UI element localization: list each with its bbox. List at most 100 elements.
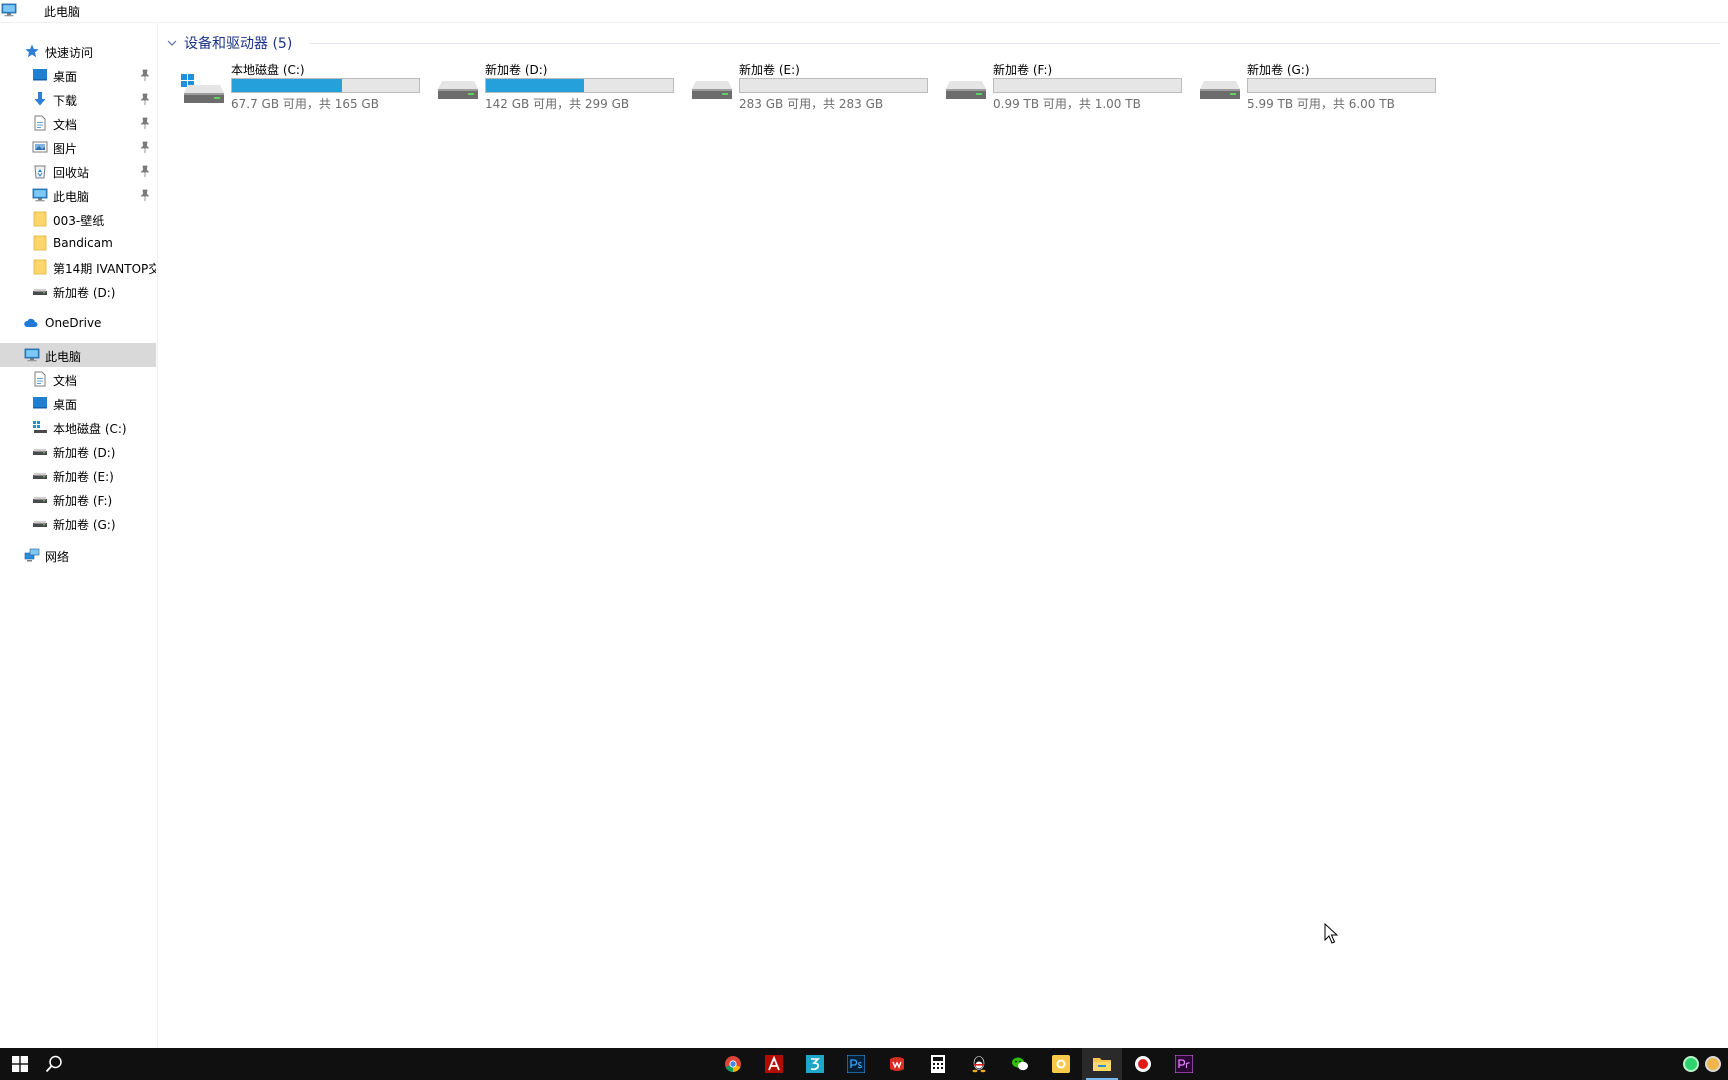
drive-tile-d[interactable]: 新加卷 (D:) 142 GB 可用，共 299 GB bbox=[434, 61, 684, 111]
acrobat-icon bbox=[765, 1055, 783, 1073]
drive-space-info: 5.99 TB 可用，共 6.00 TB bbox=[1247, 97, 1395, 111]
nav-qa-drive-d[interactable]: 新加卷 (D:) bbox=[0, 279, 156, 303]
nav-qa-desktop[interactable]: 桌面 bbox=[0, 63, 156, 87]
taskbar-calculator[interactable] bbox=[918, 1048, 958, 1080]
title-bar: 此电脑 bbox=[0, 0, 1728, 22]
document-icon bbox=[34, 371, 46, 387]
nav-qa-folder-wallpaper[interactable]: 003-壁纸 bbox=[0, 207, 156, 231]
taskbar-wps[interactable] bbox=[877, 1048, 917, 1080]
nav-label: 新加卷 (F:) bbox=[53, 494, 113, 508]
drive-tile-e[interactable]: 新加卷 (E:) 283 GB 可用，共 283 GB bbox=[688, 61, 938, 111]
nav-pc-documents[interactable]: 文档 bbox=[0, 367, 156, 391]
taskbar-chrome[interactable] bbox=[713, 1048, 753, 1080]
nav-qa-folder-bandicam[interactable]: Bandicam bbox=[0, 231, 156, 255]
desktop-icon bbox=[33, 397, 47, 409]
pin-icon[interactable] bbox=[140, 117, 150, 129]
taskbar-recorder[interactable] bbox=[1123, 1048, 1163, 1080]
taskbar-qq[interactable] bbox=[959, 1048, 999, 1080]
taskbar-file-explorer[interactable] bbox=[1082, 1048, 1122, 1080]
drive-usage-fill bbox=[232, 79, 342, 92]
nav-label: 网络 bbox=[45, 550, 70, 564]
desktop-icon bbox=[33, 69, 47, 81]
drive-name: 新加卷 (G:) bbox=[1247, 63, 1310, 77]
nav-qa-pictures[interactable]: 图片 bbox=[0, 135, 156, 159]
nav-pc-drive-c[interactable]: 本地磁盘 (C:) bbox=[0, 415, 156, 439]
start-icon bbox=[12, 1056, 28, 1072]
qq-icon bbox=[972, 1056, 986, 1073]
nav-pc-drive-g[interactable]: 新加卷 (G:) bbox=[0, 511, 156, 535]
computer-icon bbox=[24, 348, 40, 362]
tray-app-icon[interactable] bbox=[1705, 1056, 1721, 1072]
drive-space-info: 67.7 GB 可用，共 165 GB bbox=[231, 97, 379, 111]
nav-pc-drive-f[interactable]: 新加卷 (F:) bbox=[0, 487, 156, 511]
nav-label: 此电脑 bbox=[45, 350, 82, 364]
taskbar-wechat[interactable] bbox=[1000, 1048, 1040, 1080]
drive-tile-g[interactable]: 新加卷 (G:) 5.99 TB 可用，共 6.00 TB bbox=[1196, 61, 1446, 111]
nav-qa-documents[interactable]: 文档 bbox=[0, 111, 156, 135]
drive-icon bbox=[946, 81, 986, 99]
tray-status-icon[interactable] bbox=[1683, 1056, 1699, 1072]
window-title: 此电脑 bbox=[44, 5, 81, 19]
drive-usage-fill bbox=[486, 79, 584, 92]
drive-icon bbox=[1200, 81, 1240, 99]
drive-tile-c[interactable]: 本地磁盘 (C:) 67.7 GB 可用，共 165 GB bbox=[180, 61, 430, 111]
taskbar-app3[interactable] bbox=[795, 1048, 835, 1080]
taskbar-photoshop[interactable] bbox=[836, 1048, 876, 1080]
nav-label: 下载 bbox=[53, 94, 78, 108]
pin-icon[interactable] bbox=[140, 189, 150, 201]
nav-label: 文档 bbox=[53, 118, 78, 132]
file-explorer-icon bbox=[1093, 1058, 1111, 1071]
mouse-cursor-icon bbox=[1324, 923, 1338, 944]
taskbar-premiere[interactable] bbox=[1164, 1048, 1204, 1080]
nav-label: 新加卷 (E:) bbox=[53, 470, 114, 484]
chevron-down-icon[interactable] bbox=[166, 37, 178, 49]
folder-icon bbox=[33, 259, 47, 275]
app3-icon bbox=[806, 1055, 824, 1073]
taskbar-notes[interactable] bbox=[1041, 1048, 1081, 1080]
taskbar-acrobat[interactable] bbox=[754, 1048, 794, 1080]
pin-icon[interactable] bbox=[140, 141, 150, 153]
nav-qa-downloads[interactable]: 下载 bbox=[0, 87, 156, 111]
nav-pc-desktop[interactable]: 桌面 bbox=[0, 391, 156, 415]
nav-this-pc[interactable]: 此电脑 bbox=[0, 343, 156, 367]
nav-label: Bandicam bbox=[53, 236, 113, 250]
content-pane[interactable]: 设备和驱动器 (5) 本地磁盘 (C:) 67.7 GB 可用，共 165 GB bbox=[160, 23, 1728, 1048]
windows-drive-icon bbox=[181, 74, 224, 103]
nav-qa-recycle-bin[interactable]: 回收站 bbox=[0, 159, 156, 183]
drive-icon bbox=[692, 81, 732, 99]
nav-onedrive[interactable]: OneDrive bbox=[0, 311, 156, 335]
group-divider bbox=[310, 43, 1720, 44]
file-explorer-window: 此电脑 快速访问 桌面 下载 文档 图片 回收站 此电脑 003-壁纸 Band… bbox=[0, 0, 1728, 1048]
search-button[interactable] bbox=[34, 1048, 74, 1080]
computer-icon bbox=[32, 188, 48, 202]
nav-qa-this-pc[interactable]: 此电脑 bbox=[0, 183, 156, 207]
group-header-devices[interactable]: 设备和驱动器 (5) bbox=[166, 33, 292, 53]
nav-label: 桌面 bbox=[53, 398, 78, 412]
navigation-pane[interactable]: 快速访问 桌面 下载 文档 图片 回收站 此电脑 003-壁纸 Bandicam… bbox=[0, 23, 158, 1048]
wps-icon bbox=[890, 1057, 904, 1071]
computer-icon bbox=[1, 3, 17, 17]
windows-drive-icon bbox=[33, 421, 47, 433]
download-icon bbox=[34, 92, 46, 106]
recorder-icon bbox=[1135, 1056, 1151, 1072]
recycle-bin-icon bbox=[34, 165, 46, 179]
nav-qa-folder-ivantop[interactable]: 第14期 IVANTOP交 bbox=[0, 255, 156, 279]
pin-icon[interactable] bbox=[140, 93, 150, 105]
pin-icon[interactable] bbox=[140, 165, 150, 177]
nav-network[interactable]: 网络 bbox=[0, 543, 156, 567]
drive-usage-bar bbox=[739, 78, 928, 93]
group-title: 设备和驱动器 (5) bbox=[184, 36, 293, 52]
drive-usage-bar bbox=[231, 78, 420, 93]
nav-label: 此电脑 bbox=[53, 190, 90, 204]
nav-pc-drive-d[interactable]: 新加卷 (D:) bbox=[0, 439, 156, 463]
folder-icon bbox=[33, 211, 47, 227]
network-icon bbox=[24, 548, 40, 562]
calculator-icon bbox=[931, 1055, 945, 1073]
pin-icon[interactable] bbox=[140, 69, 150, 81]
nav-pc-drive-e[interactable]: 新加卷 (E:) bbox=[0, 463, 156, 487]
nav-label: 003-壁纸 bbox=[53, 214, 105, 228]
drive-tile-f[interactable]: 新加卷 (F:) 0.99 TB 可用，共 1.00 TB bbox=[942, 61, 1192, 111]
nav-quick-access[interactable]: 快速访问 bbox=[0, 39, 156, 63]
drive-name: 新加卷 (F:) bbox=[993, 63, 1053, 77]
search-icon bbox=[45, 1055, 62, 1073]
